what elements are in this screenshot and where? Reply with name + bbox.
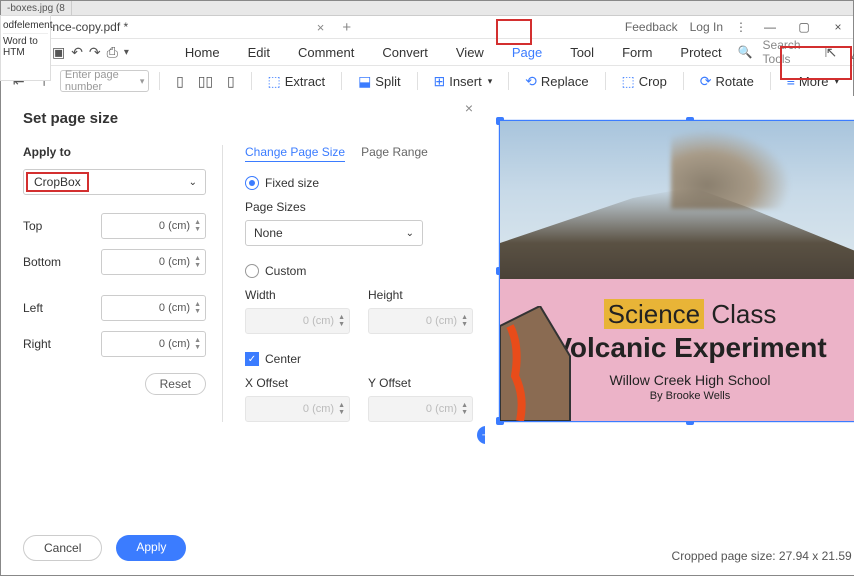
maximize-icon[interactable]: ▢ (793, 18, 815, 36)
title-block: Science Class Volcanic Experiment Willow… (500, 279, 854, 421)
outer-tab[interactable]: -boxes.jpg (8 (1, 1, 72, 15)
height-label: Height (368, 288, 473, 302)
page-icon[interactable]: ▯ (170, 70, 189, 92)
minimize-icon[interactable]: — (759, 18, 781, 36)
menu-home[interactable]: Home (175, 43, 230, 62)
rotate-icon: ⟳ (700, 73, 712, 90)
tab-change-page-size[interactable]: Change Page Size (245, 145, 345, 162)
background-tabs: odfelement Word to HTM (0, 15, 51, 81)
pages-icon[interactable]: ▯▯ (196, 70, 215, 92)
page-preview[interactable]: Science Class Volcanic Experiment Willow… (499, 120, 854, 422)
undo-icon[interactable]: ↶ (71, 41, 83, 63)
height-input: 0 (cm)▲▼ (368, 308, 473, 334)
preview-area: Science Class Volcanic Experiment Willow… (485, 96, 854, 575)
panel-title: Set page size (23, 110, 463, 127)
apply-to-label: Apply to (23, 145, 206, 159)
photo-volcano (500, 121, 854, 279)
set-page-size-panel: × Set page size Apply to CropBox ⌄ Top 0 … (1, 96, 485, 575)
share-icon[interactable]: ⇱ (823, 41, 839, 63)
right-input[interactable]: 0 (cm)▲▼ (101, 331, 206, 357)
page-sizes-dropdown[interactable]: None⌄ (245, 220, 423, 246)
doc-school: Willow Creek High School (609, 372, 770, 388)
reset-button[interactable]: Reset (145, 373, 206, 395)
left-label: Left (23, 301, 43, 315)
rotate-button[interactable]: ⟳Rotate (694, 73, 760, 90)
xoffset-label: X Offset (245, 376, 350, 390)
cloud-icon[interactable]: △ (849, 41, 854, 63)
redo-icon[interactable]: ↷ (89, 41, 101, 63)
volcano-diagram (500, 306, 610, 421)
menu-comment[interactable]: Comment (288, 43, 364, 62)
apply-button[interactable]: Apply (116, 535, 186, 561)
apply-to-dropdown[interactable]: CropBox ⌄ (23, 169, 206, 195)
search-icon[interactable]: 🔍 (738, 45, 753, 59)
doc-author: By Brooke Wells (650, 390, 731, 402)
crop-size-info: Cropped page size: 27.94 x 21.59 cm (672, 549, 854, 563)
width-input: 0 (cm)▲▼ (245, 308, 350, 334)
menu-view[interactable]: View (446, 43, 494, 62)
kebab-icon[interactable]: ⋮ (735, 20, 747, 34)
right-label: Right (23, 337, 51, 351)
replace-button[interactable]: ⟲Replace (519, 73, 594, 90)
insert-button[interactable]: ⊞Insert▾ (427, 73, 498, 90)
panel-close-icon[interactable]: × (465, 100, 473, 116)
login-link[interactable]: Log In (690, 20, 723, 34)
menubar: File ▣ ↶ ↷ ⎙ ▾ Home Edit Comment Convert… (1, 39, 853, 66)
chevron-down-icon: ⌄ (189, 177, 197, 188)
tab-close-icon[interactable]: × (317, 20, 325, 35)
save-icon[interactable]: ▣ (52, 41, 65, 63)
more-button[interactable]: ≡More▾ (781, 73, 845, 89)
titlebar: ▯ science-copy.pdf * × + Feedback Log In… (1, 16, 853, 39)
extract-icon: ⬚ (267, 73, 280, 90)
bottom-input[interactable]: 0 (cm)▲▼ (101, 249, 206, 275)
split-icon: ⬓ (358, 73, 371, 90)
browser-tabbar: -boxes.jpg (8 (1, 1, 853, 16)
menu-form[interactable]: Form (612, 43, 662, 62)
menu-tool[interactable]: Tool (560, 43, 604, 62)
replace-icon: ⟲ (525, 73, 537, 90)
custom-radio[interactable]: Custom (245, 264, 473, 278)
split-button[interactable]: ⬓Split (352, 73, 407, 90)
print-icon[interactable]: ⎙ (107, 41, 118, 63)
document-title: science-copy.pdf * (31, 20, 305, 34)
width-label: Width (245, 288, 350, 302)
chevron-down-icon[interactable]: ▾ (124, 41, 129, 63)
page-number-input[interactable]: Enter page number▾ (60, 70, 150, 92)
extract-button[interactable]: ⬚Extract (261, 73, 331, 90)
center-checkbox[interactable]: ✓Center (245, 352, 473, 366)
menu-convert[interactable]: Convert (372, 43, 438, 62)
xoffset-input: 0 (cm)▲▼ (245, 396, 350, 422)
yoffset-input: 0 (cm)▲▼ (368, 396, 473, 422)
delete-icon[interactable]: ▯ (221, 70, 240, 92)
tab-page-range[interactable]: Page Range (361, 145, 428, 162)
more-icon: ≡ (787, 73, 795, 89)
tab-add-icon[interactable]: + (342, 19, 351, 36)
crop-button[interactable]: ⬚Crop (615, 73, 672, 90)
crop-icon: ⬚ (621, 73, 634, 90)
menu-protect[interactable]: Protect (670, 43, 731, 62)
close-icon[interactable]: × (827, 18, 849, 36)
cancel-button[interactable]: Cancel (23, 535, 102, 561)
page-sizes-label: Page Sizes (245, 200, 473, 214)
fixed-size-radio[interactable]: Fixed size (245, 176, 473, 190)
toolbar: ⇤ ＋ Enter page number▾ ▯ ▯▯ ▯ ⬚Extract ⬓… (1, 66, 853, 97)
insert-icon: ⊞ (433, 73, 445, 90)
top-label: Top (23, 219, 42, 233)
bottom-label: Bottom (23, 255, 61, 269)
left-input[interactable]: 0 (cm)▲▼ (101, 295, 206, 321)
top-input[interactable]: 0 (cm)▲▼ (101, 213, 206, 239)
menu-edit[interactable]: Edit (238, 43, 280, 62)
menu-page[interactable]: Page (502, 43, 552, 62)
yoffset-label: Y Offset (368, 376, 473, 390)
feedback-link[interactable]: Feedback (625, 20, 678, 34)
search-placeholder[interactable]: Search Tools (763, 38, 813, 66)
